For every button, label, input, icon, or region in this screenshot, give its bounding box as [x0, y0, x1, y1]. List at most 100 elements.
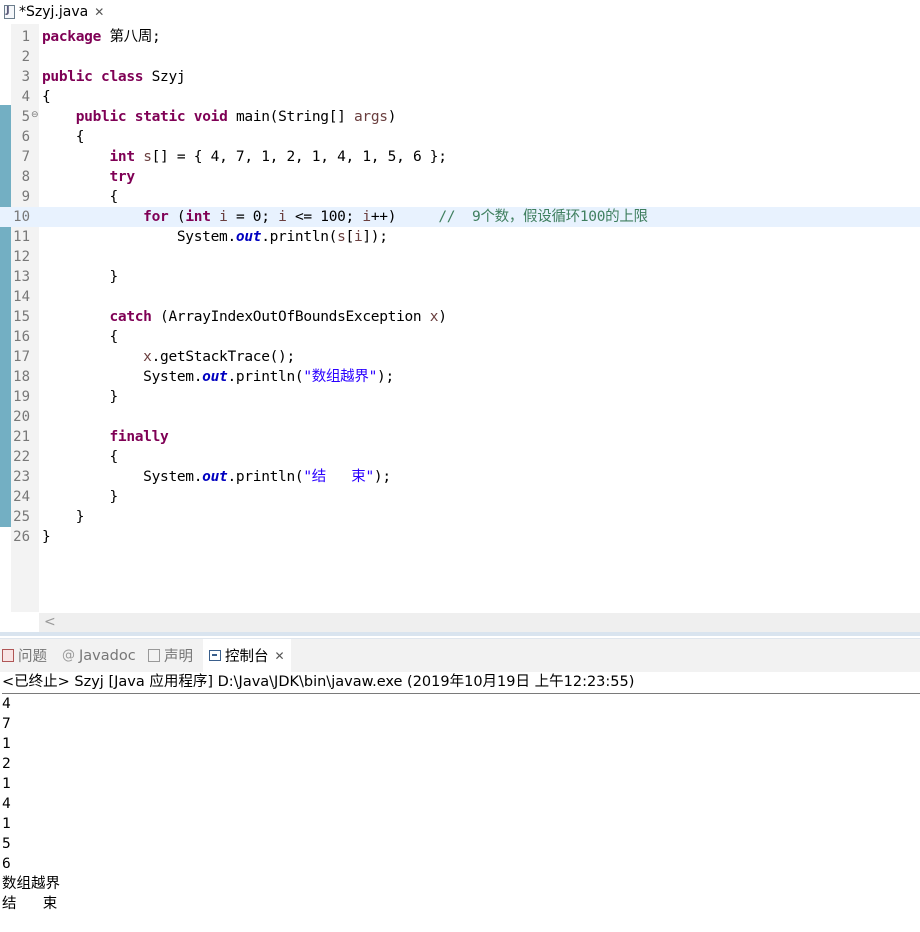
line-number: 10 [13, 209, 30, 225]
code-text: } [42, 269, 118, 285]
code-line[interactable]: 15 catch (ArrayIndexOutOfBoundsException… [0, 307, 920, 327]
line-number: 25 [13, 509, 30, 525]
line-number: 16 [13, 329, 30, 345]
code-text: package 第八周; [42, 29, 161, 45]
code-text: } [42, 389, 118, 405]
line-number: 8 [21, 169, 30, 185]
code-text: System.out.println("数组越界"); [42, 369, 394, 385]
code-line[interactable]: 2 [0, 47, 920, 67]
code-text: { [42, 189, 118, 205]
code-line[interactable]: 19 } [0, 387, 920, 407]
code-text: System.out.println("结 束"); [42, 469, 391, 485]
line-number: 6 [21, 129, 30, 145]
code-line[interactable]: 10 for (int i = 0; i <= 100; i++) // 9个数… [0, 207, 920, 227]
line-number: 24 [13, 489, 30, 505]
console-output-line: 4 [2, 696, 11, 712]
code-editor[interactable]: 1 package 第八周; 2 3 public class Szyj 4{5 ⊖ pub… [0, 24, 920, 635]
declaration-icon [148, 649, 160, 662]
close-icon[interactable]: ✕ [94, 5, 104, 19]
tab-javadoc-label: Javadoc [79, 647, 136, 664]
code-line[interactable]: 21 finally [0, 427, 920, 447]
code-text: x.getStackTrace(); [143, 349, 295, 365]
code-text: finally [109, 429, 169, 445]
line-number: 13 [13, 269, 30, 285]
java-file-icon [4, 5, 15, 19]
code-text: { [42, 89, 51, 105]
view-divider [0, 632, 920, 636]
console-output-line: 1 [2, 736, 11, 752]
code-line[interactable]: 24 } [0, 487, 920, 507]
line-number: 22 [13, 449, 30, 465]
console-output-line: 1 [2, 776, 11, 792]
scroll-left-icon[interactable]: < [44, 614, 56, 630]
code-line[interactable]: 23 System.out.println("结 束"); [0, 467, 920, 487]
line-number: 5 [21, 109, 30, 125]
editor-tab-szyj-java[interactable]: *Szyj.java ✕ [0, 0, 115, 24]
line-number: 3 [21, 69, 30, 85]
console-status-line: <已终止> Szyj [Java 应用程序] D:\Java\JDK\bin\j… [2, 671, 920, 694]
line-number: 9 [21, 189, 30, 205]
code-line[interactable]: 11 System.out.println(s[i]); [0, 227, 920, 247]
line-number: 23 [13, 469, 30, 485]
console-output-line: 数组越界 [2, 876, 60, 892]
console-output[interactable]: 4 7 1 2 1 4 1 5 6 数组越界结 束 [2, 694, 920, 914]
tab-console[interactable]: 控制台 ✕ [203, 639, 291, 672]
code-text: { [42, 449, 118, 465]
code-line[interactable]: 16 { [0, 327, 920, 347]
code-line[interactable]: 3 public class Szyj [0, 67, 920, 87]
line-number: 18 [13, 369, 30, 385]
code-line[interactable]: 26} [0, 527, 920, 547]
console-output-line: 6 [2, 856, 11, 872]
console-output-line: 4 [2, 796, 11, 812]
code-text: for (int i = 0; i <= 100; i++) // 9个数，假设… [143, 209, 648, 225]
code-line[interactable]: 4{ [0, 87, 920, 107]
console-tab-bar: 问题 @ Javadoc 声明 控制台 ✕ [0, 638, 920, 672]
code-text: } [42, 529, 51, 545]
editor-tab-title: *Szyj.java [19, 4, 89, 20]
code-line[interactable]: 20 [0, 407, 920, 427]
code-line[interactable]: 25 } [0, 507, 920, 527]
editor-tab-bar: *Szyj.java ✕ [0, 0, 920, 24]
code-text: } [42, 489, 118, 505]
close-icon[interactable]: ✕ [275, 649, 285, 663]
tab-javadoc[interactable]: @ Javadoc [62, 639, 136, 672]
console-output-line: 1 [2, 816, 11, 832]
line-number: 26 [13, 529, 30, 545]
fold-toggle-icon[interactable]: ⊖ [31, 107, 39, 123]
code-line[interactable]: 8 try [0, 167, 920, 187]
code-line[interactable]: 5 ⊖ public static void main(String[] args… [0, 107, 920, 127]
code-text: public class Szyj [42, 69, 186, 85]
line-number: 2 [21, 49, 30, 65]
line-number: 15 [13, 309, 30, 325]
code-line[interactable]: 18 System.out.println("数组越界"); [0, 367, 920, 387]
line-number: 12 [13, 249, 30, 265]
code-line[interactable]: 22 { [0, 447, 920, 467]
line-number: 11 [13, 229, 30, 245]
line-number: 21 [13, 429, 30, 445]
line-number: 17 [13, 349, 30, 365]
code-line[interactable]: 14 [0, 287, 920, 307]
code-line[interactable]: 1 package 第八周; [0, 27, 920, 47]
code-text: { [42, 329, 118, 345]
code-text: System.out.println(s[i]); [42, 229, 388, 245]
problems-icon [2, 649, 14, 662]
code-line[interactable]: 13 } [0, 267, 920, 287]
code-text: catch (ArrayIndexOutOfBoundsException x) [109, 309, 447, 325]
line-number: 20 [13, 409, 30, 425]
tab-problems[interactable]: 问题 [2, 639, 47, 672]
code-lines[interactable]: 1 package 第八周; 2 3 public class Szyj 4{5 ⊖ pub… [0, 27, 920, 547]
tab-declaration[interactable]: 声明 [148, 639, 193, 672]
console-output-line: 5 [2, 836, 11, 852]
code-line[interactable]: 9 { [0, 187, 920, 207]
console-output-line: 2 [2, 756, 11, 772]
code-text: } [42, 509, 85, 525]
code-line[interactable]: 7 int s[] = { 4, 7, 1, 2, 1, 4, 1, 5, 6 … [0, 147, 920, 167]
code-line[interactable]: 6 { [0, 127, 920, 147]
code-line[interactable]: 17 x.getStackTrace(); [0, 347, 920, 367]
tab-declaration-label: 声明 [164, 649, 193, 665]
console-icon [209, 650, 221, 661]
line-number: 7 [21, 149, 30, 165]
code-line[interactable]: 12 [0, 247, 920, 267]
console-output-line: 结 束 [2, 896, 58, 912]
code-text: { [42, 129, 85, 145]
